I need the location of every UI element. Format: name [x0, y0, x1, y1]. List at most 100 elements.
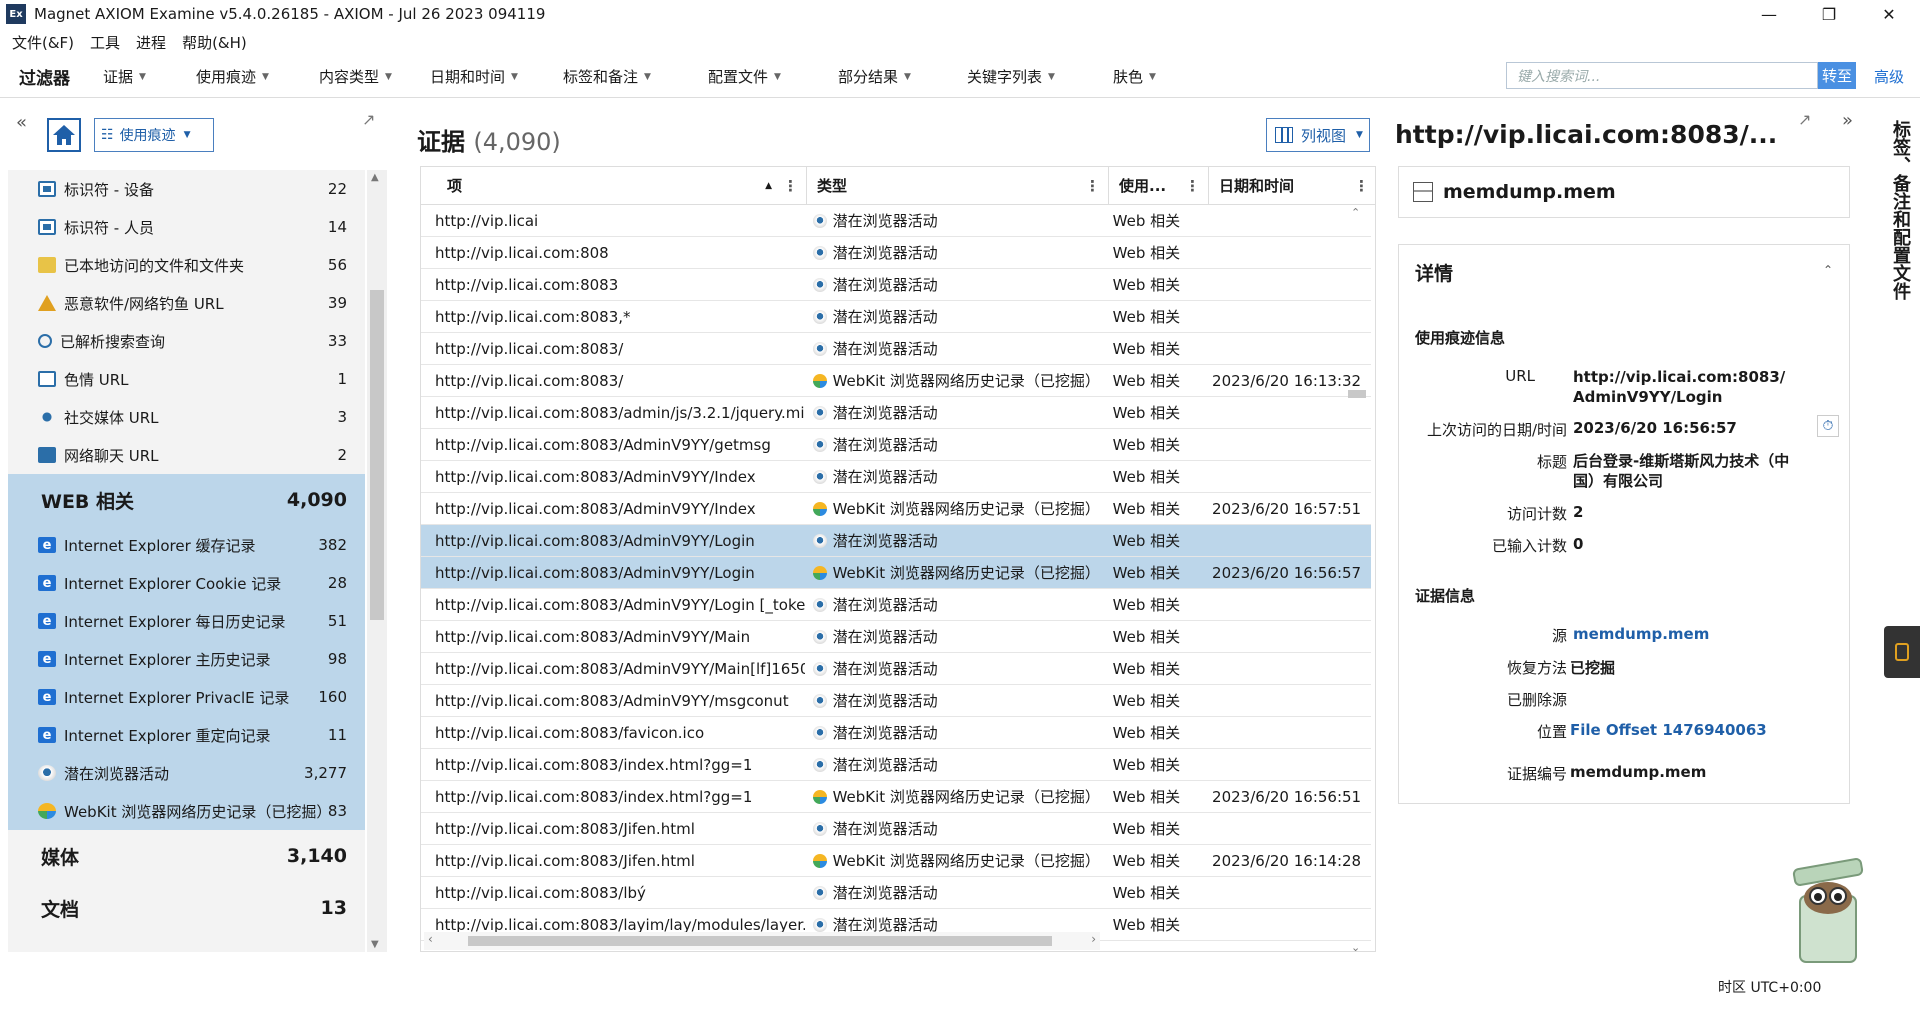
web-category-item-0[interactable]: e Internet Explorer 缓存记录 382: [8, 526, 365, 564]
web-category-item-6[interactable]: 潜在浏览器活动 3,277: [8, 754, 365, 792]
category-item-1[interactable]: 标识符 - 人员 14: [8, 208, 365, 246]
left-scrollbar[interactable]: ▲ ▼: [367, 170, 387, 952]
cell-type-label: WebKit 浏览器网络历史记录（已挖掘）: [832, 372, 1100, 390]
collapse-details-icon[interactable]: ⌃: [1823, 263, 1833, 277]
source-link[interactable]: memdump.mem: [1573, 625, 1709, 643]
table-row[interactable]: http://vip.licai.com:8083/index.html?gg=…: [421, 781, 1371, 813]
table-row[interactable]: http://vip.licai.com:8083/AdminV9YY/Logi…: [421, 589, 1371, 621]
category-group-web[interactable]: WEB 相关 4,090: [8, 474, 365, 526]
menu-process[interactable]: 进程: [136, 32, 166, 53]
table-row[interactable]: http://vip.licai.com:8083/AdminV9YY/msgc…: [421, 685, 1371, 717]
filter-date-time[interactable]: 日期和时间 ▼: [430, 66, 518, 87]
table-row[interactable]: http://vip.licai.com:808 潜在浏览器活动 Web 相关: [421, 237, 1371, 269]
scroll-thumb[interactable]: [468, 936, 1052, 946]
table-vertical-scrollbar[interactable]: ⌃ ⌄: [1348, 204, 1366, 956]
category-item-4[interactable]: 已解析搜索查询 33: [8, 322, 365, 360]
scroll-down-icon[interactable]: ⌄: [1351, 941, 1360, 954]
category-count: 51: [327, 612, 347, 630]
col-type[interactable]: 类型 ⋮: [807, 167, 1109, 204]
pin-icon[interactable]: ↗: [362, 110, 375, 129]
menu-file[interactable]: 文件(&F): [12, 32, 74, 53]
category-item-6[interactable]: 社交媒体 URL 3: [8, 398, 365, 436]
web-category-item-7[interactable]: WebKit 浏览器网络历史记录（已挖掘） 83: [8, 792, 365, 830]
advanced-link[interactable]: 高级: [1874, 66, 1904, 87]
col-date[interactable]: 日期和时间 ⋮: [1209, 167, 1375, 204]
table-row[interactable]: http://vip.licai.com:8083/index.html?gg=…: [421, 749, 1371, 781]
scroll-thumb[interactable]: [370, 290, 384, 620]
side-tab-tags-notes-profiles[interactable]: 标签、备注和配置文件: [1883, 120, 1913, 340]
web-category-item-3[interactable]: e Internet Explorer 主历史记录 98: [8, 640, 365, 678]
table-row[interactable]: http://vip.licai.com:8083/AdminV9YY/Logi…: [421, 525, 1371, 557]
category-item-2[interactable]: 已本地访问的文件和文件夹 56: [8, 246, 365, 284]
typed-count-value: 0: [1573, 535, 1584, 553]
column-menu-icon[interactable]: ⋮: [1085, 177, 1100, 195]
home-button[interactable]: [47, 118, 81, 152]
filter-tags-notes[interactable]: 标签和备注 ▼: [563, 66, 651, 87]
filter-content-type[interactable]: 内容类型 ▼: [319, 66, 392, 87]
table-row[interactable]: http://vip.licai.com:8083/admin/js/3.2.1…: [421, 397, 1371, 429]
category-group-1[interactable]: 文档 13: [8, 882, 365, 934]
table-row[interactable]: http://vip.licai.com:8083/AdminV9YY/getm…: [421, 429, 1371, 461]
scroll-up-icon[interactable]: ▲: [371, 172, 379, 183]
goto-button[interactable]: 转至: [1818, 62, 1856, 89]
location-link[interactable]: File Offset 1476940063: [1570, 721, 1767, 739]
filter-profiles[interactable]: 配置文件 ▼: [708, 66, 781, 87]
menu-help[interactable]: 帮助(&H): [182, 32, 247, 53]
artifact-view-dropdown[interactable]: ☷ 使用痕迹 ▼: [94, 118, 214, 152]
category-item-7[interactable]: 网络聊天 URL 2: [8, 436, 365, 474]
category-item-3[interactable]: 恶意软件/网络钓鱼 URL 39: [8, 284, 365, 322]
scroll-right-icon[interactable]: ›: [1091, 932, 1096, 946]
table-row[interactable]: http://vip.licai.com:8083/Jifen.html WebK…: [421, 845, 1371, 877]
scroll-down-icon[interactable]: ▼: [371, 939, 379, 950]
detail-file-box[interactable]: memdump.mem: [1398, 166, 1850, 218]
web-category-item-5[interactable]: e Internet Explorer 重定向记录 11: [8, 716, 365, 754]
collapse-left-icon[interactable]: «: [16, 112, 27, 133]
web-category-item-4[interactable]: e Internet Explorer PrivaclE 记录 160: [8, 678, 365, 716]
collapse-right-icon[interactable]: »: [1842, 110, 1853, 131]
column-menu-icon[interactable]: ⋮: [783, 177, 798, 195]
column-view-dropdown[interactable]: 列视图 ▼: [1266, 118, 1370, 152]
chevron-down-icon: ▼: [1356, 130, 1363, 140]
scroll-up-icon[interactable]: ⌃: [1351, 206, 1360, 219]
search-input[interactable]: 键入搜索词...: [1506, 62, 1818, 89]
table-row[interactable]: http://vip.licai.com:8083/lbý 潜在浏览器活动 Web …: [421, 877, 1371, 909]
table-row[interactable]: http://vip.licai.com:8083/AdminV9YY/Inde…: [421, 493, 1371, 525]
scroll-thumb[interactable]: [1348, 390, 1366, 398]
table-row[interactable]: http://vip.licai 潜在浏览器活动 Web 相关: [421, 205, 1371, 237]
web-category-item-1[interactable]: e Internet Explorer Cookie 记录 28: [8, 564, 365, 602]
filter-artifacts[interactable]: 使用痕迹 ▼: [196, 66, 269, 87]
pin-icon[interactable]: ↗: [1798, 110, 1811, 129]
maximize-button[interactable]: ❐: [1800, 0, 1858, 28]
category-item-5[interactable]: 色情 URL 1: [8, 360, 365, 398]
filter-partial-results[interactable]: 部分结果 ▼: [838, 66, 911, 87]
cell-type-label: 潜在浏览器活动: [832, 884, 938, 902]
category-group-0[interactable]: 媒体 3,140: [8, 830, 365, 882]
menu-tools[interactable]: 工具: [90, 32, 120, 53]
table-row[interactable]: http://vip.licai.com:8083 潜在浏览器活动 Web 相关: [421, 269, 1371, 301]
table-row[interactable]: http://vip.licai.com:8083/AdminV9YY/Inde…: [421, 461, 1371, 493]
table-row[interactable]: http://vip.licai.com:8083/Jifen.html 潜在浏览…: [421, 813, 1371, 845]
table-row[interactable]: http://vip.licai.com:8083/AdminV9YY/Main…: [421, 621, 1371, 653]
web-category-item-2[interactable]: e Internet Explorer 每日历史记录 51: [8, 602, 365, 640]
col-usage[interactable]: 使用... ⋮: [1109, 167, 1209, 204]
column-menu-icon[interactable]: ⋮: [1354, 177, 1369, 195]
col-item[interactable]: 项 ▲ ⋮: [421, 167, 807, 204]
column-menu-icon[interactable]: ⋮: [1185, 177, 1200, 195]
table-row[interactable]: http://vip.licai.com:8083/favicon.ico 潜在浏…: [421, 717, 1371, 749]
filter-evidence[interactable]: 证据 ▼: [103, 66, 146, 87]
cell-item: http://vip.licai.com:8083/: [435, 371, 624, 390]
close-button[interactable]: ✕: [1860, 0, 1918, 28]
table-row[interactable]: http://vip.licai.com:8083,* 潜在浏览器活动 Web 相关: [421, 301, 1371, 333]
table-row[interactable]: http://vip.licai.com:8083/潜在浏览器活动 Web 相关: [421, 333, 1371, 365]
table-horizontal-scrollbar[interactable]: ‹ ›: [424, 932, 1100, 950]
minimize-button[interactable]: —: [1740, 0, 1798, 28]
category-item-0[interactable]: 标识符 - 设备 22: [8, 170, 365, 208]
side-panel-toggle[interactable]: [1884, 626, 1920, 678]
filter-keyword-lists[interactable]: 关键字列表 ▼: [967, 66, 1055, 87]
filter-skin-tone[interactable]: 肤色 ▼: [1113, 66, 1156, 87]
scroll-left-icon[interactable]: ‹: [428, 932, 433, 946]
clock-icon[interactable]: ⏱: [1817, 415, 1839, 437]
table-row[interactable]: http://vip.licai.com:8083/AdminV9YY/Main…: [421, 653, 1371, 685]
table-row[interactable]: http://vip.licai.com:8083/AdminV9YY/Logi…: [421, 557, 1371, 589]
table-row[interactable]: http://vip.licai.com:8083/WebKit 浏览器网络历史…: [421, 365, 1371, 397]
